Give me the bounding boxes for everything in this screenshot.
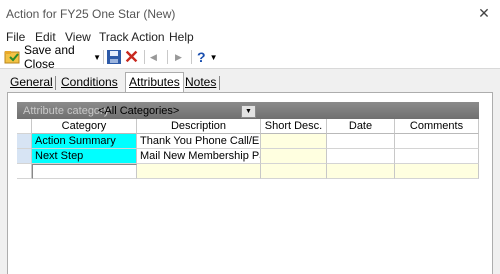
date-cell[interactable]	[327, 164, 395, 179]
menu-help[interactable]: Help	[169, 30, 194, 44]
menu-track-action[interactable]: Track Action	[99, 30, 165, 44]
save-and-close-label: Save and Close	[24, 43, 75, 71]
menu-file[interactable]: File	[6, 30, 25, 44]
toolbar-separator	[103, 50, 104, 64]
tab-notes[interactable]: Notes	[182, 73, 219, 92]
previous-icon: ◀	[150, 51, 157, 62]
table-row[interactable]: Next Step Mail New Membership Packet	[17, 149, 479, 164]
comments-cell[interactable]	[395, 164, 479, 179]
tab-general[interactable]: General	[7, 73, 56, 92]
attribute-category-value[interactable]: <All Categories>	[98, 105, 179, 117]
table-row[interactable]: Action Summary Thank You Phone Call/Ema…	[17, 134, 479, 149]
chevron-down-icon[interactable]: ▼	[241, 105, 256, 118]
next-button[interactable]: ▶	[175, 48, 187, 66]
description-cell[interactable]	[137, 164, 261, 179]
floppy-disk-icon	[107, 50, 121, 64]
comments-cell[interactable]	[395, 149, 479, 164]
category-cell[interactable]: Action Summary	[32, 134, 137, 149]
grid-header-row: Category Description Short Desc. Date Co…	[17, 119, 479, 134]
column-header-category[interactable]: Category	[32, 119, 137, 134]
column-header-comments[interactable]: Comments	[395, 119, 479, 134]
close-icon[interactable]: ✕	[476, 5, 492, 21]
row-selector[interactable]	[17, 149, 32, 164]
save-close-icon	[4, 49, 20, 65]
tab-label: Conditions	[61, 75, 118, 89]
help-icon: ?	[197, 49, 206, 65]
category-cell[interactable]	[32, 164, 137, 179]
category-cell[interactable]: Next Step	[32, 149, 137, 164]
title-bar: Action for FY25 One Star (New) ✕	[0, 0, 500, 29]
tab-conditions[interactable]: Conditions	[58, 73, 121, 92]
row-selector[interactable]	[17, 134, 32, 149]
attribute-category-bar: Attribute category: <All Categories> ▼	[17, 102, 479, 120]
description-cell[interactable]: Thank You Phone Call/Ema…	[137, 134, 261, 149]
short-desc-cell[interactable]	[261, 164, 327, 179]
next-icon: ▶	[175, 51, 182, 62]
toolbar: Save and Close ▼ ✕ ◀ ▶ ? ▼	[0, 43, 500, 71]
delete-icon: ✕	[124, 47, 140, 67]
tab-separator	[219, 76, 220, 90]
toolbar-separator	[167, 50, 168, 64]
menu-edit[interactable]: Edit	[35, 30, 56, 44]
content-area: General Conditions Attributes Notes Attr…	[0, 68, 500, 274]
header-corner	[17, 119, 32, 134]
date-cell[interactable]	[327, 149, 395, 164]
menu-view[interactable]: View	[65, 30, 91, 44]
tab-attributes[interactable]: Attributes	[125, 72, 184, 92]
chevron-down-icon[interactable]: ▼	[210, 53, 218, 62]
short-desc-cell[interactable]	[261, 149, 327, 164]
new-row[interactable]	[17, 164, 479, 179]
row-selector[interactable]	[17, 164, 32, 179]
tab-label: Attributes	[129, 75, 180, 89]
column-header-description[interactable]: Description	[137, 119, 261, 134]
tab-separator	[55, 76, 56, 90]
column-header-short-desc[interactable]: Short Desc.	[261, 119, 327, 134]
help-button[interactable]: ? ▼	[197, 48, 221, 66]
tab-label: Notes	[185, 75, 217, 89]
description-cell[interactable]: Mail New Membership Packet	[137, 149, 261, 164]
toolbar-separator	[144, 50, 145, 64]
window-title: Action for FY25 One Star (New)	[6, 7, 176, 21]
save-button[interactable]	[106, 48, 122, 66]
chevron-down-icon[interactable]: ▼	[93, 53, 101, 62]
comments-cell[interactable]	[395, 134, 479, 149]
toolbar-separator	[191, 50, 192, 64]
tab-label: General	[10, 75, 53, 89]
date-cell[interactable]	[327, 134, 395, 149]
column-header-date[interactable]: Date	[327, 119, 395, 134]
previous-button[interactable]: ◀	[150, 48, 162, 66]
short-desc-cell[interactable]	[261, 134, 327, 149]
attributes-panel: Attribute category: <All Categories> ▼ C…	[7, 92, 493, 274]
delete-button[interactable]: ✕	[124, 48, 140, 66]
save-and-close-button[interactable]: Save and Close ▼	[4, 43, 101, 71]
